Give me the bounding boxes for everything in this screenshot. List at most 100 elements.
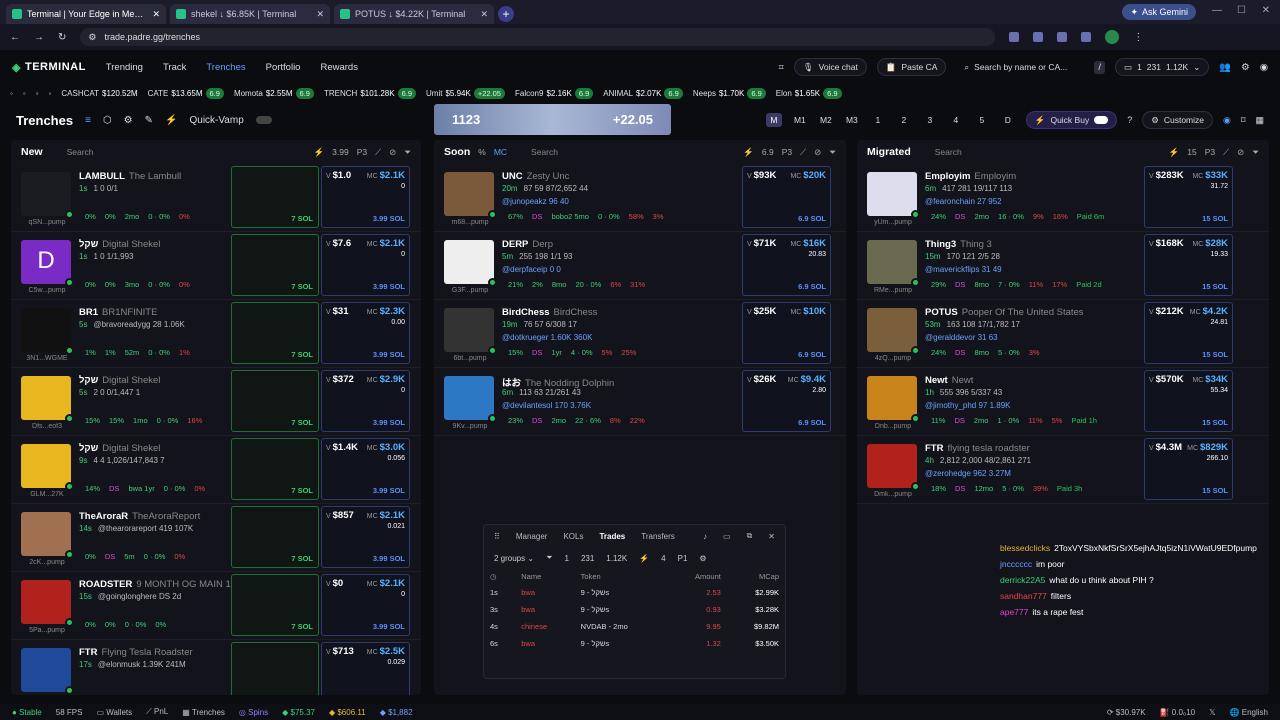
forward-icon[interactable]: → (34, 32, 44, 43)
token-avatar[interactable] (21, 648, 74, 695)
preset-selector[interactable]: P3 (357, 147, 367, 157)
quick-buy-button[interactable]: 3.99 SOL (373, 214, 405, 223)
ask-gemini-button[interactable]: ✦ Ask Gemini (1122, 4, 1196, 20)
token-avatar[interactable] (21, 172, 74, 219)
creator-handle[interactable]: @jimothy_phd 97 1.89K (925, 401, 1011, 410)
quick-buy-chart[interactable]: 7 SOL (291, 486, 313, 495)
wallets-button[interactable]: ▭ Wallets (96, 708, 132, 717)
token-avatar[interactable] (444, 240, 497, 287)
table-row[interactable]: 4s chinese NVDAB - 2mo 9.95 $9.82M (484, 618, 785, 635)
token-address[interactable]: qSN...pump (15, 219, 79, 226)
token-value-box[interactable]: V $7.6 MC $2.1K 0 3.99 SOL (321, 234, 410, 296)
token-address[interactable]: 4zQ...pump (861, 355, 925, 362)
token-name[interactable]: TheAroraR TheAroraReport (79, 511, 200, 522)
token-row[interactable]: 6bt...pump BirdChess BirdChess 19m 76 57 6/3… (434, 300, 846, 368)
ticker-item[interactable]: CATE $13.65M 6.9 (148, 87, 224, 99)
token-name[interactable]: Employim Employim (925, 171, 1016, 182)
token-row[interactable]: m68...pump UNC Zesty Unc 20m 87 59 87/2,652 … (434, 164, 846, 232)
token-avatar[interactable] (444, 172, 497, 219)
quick-buy-amount[interactable]: 3.99 (332, 147, 349, 157)
hide-icon[interactable]: ⊘ (1237, 147, 1244, 158)
token-avatar[interactable] (21, 444, 74, 491)
token-creator[interactable]: @maverickflips 31 49 (925, 265, 1002, 274)
token-address[interactable]: m68...pump (438, 219, 502, 226)
close-icon[interactable]: ✕ (480, 9, 488, 20)
quick-buy-chart[interactable]: 7 SOL (291, 282, 313, 291)
quick-buy-chart[interactable]: 7 SOL (291, 418, 313, 427)
eye-icon[interactable]: ◉ (1223, 115, 1231, 126)
percent-toggle[interactable]: % (478, 147, 486, 157)
menu-icon[interactable]: ⋮ (1133, 32, 1143, 43)
filter-icon[interactable]: ⏷ (1252, 147, 1259, 158)
quick-buy-button[interactable]: 3.99 SOL (373, 350, 405, 359)
voice-chat-button[interactable]: 🎙 Voice chat (793, 58, 867, 76)
mode-m3[interactable]: M3 (844, 113, 860, 127)
ticker-item[interactable]: CASHCAT $120.52M (61, 89, 137, 98)
extension-icon[interactable] (1057, 32, 1068, 42)
token-address[interactable]: Dnb...pump (861, 423, 925, 430)
preset-selector[interactable]: P3 (1205, 147, 1215, 157)
token-value-box[interactable]: V $857 MC $2.1K 0.021 3.99 SOL (321, 506, 410, 568)
token-value-box[interactable]: V $713 MC $2.5K 0.029 (321, 642, 410, 695)
chart-icon[interactable]: ⟋ (375, 147, 381, 158)
creator-handle[interactable]: @devilantesol 170 3.76K (502, 401, 591, 410)
token-name[interactable]: はお The Nodding Dolphin (502, 375, 614, 389)
mini-chart[interactable]: 7 SOL (231, 506, 319, 568)
token-avatar[interactable] (867, 240, 920, 287)
reload-icon[interactable]: ↻ (58, 32, 66, 43)
token-creator[interactable]: @fearonchain 27 952 (925, 197, 1002, 206)
token-row[interactable]: RMe...pump Thing3 Thing 3 15m 170 121 2/5 28… (857, 232, 1269, 300)
twitter-icon[interactable]: 𝕏 (1209, 708, 1215, 717)
chat-username[interactable]: blessedclicks (1000, 543, 1050, 553)
drag-handle-icon[interactable]: ⠿ (494, 532, 500, 541)
quick-buy-button[interactable]: 15 SOL (1202, 350, 1228, 359)
token-name[interactable]: FTR flying tesla roadster (925, 443, 1030, 454)
star-icon[interactable]: ◦ (36, 89, 39, 98)
token-address[interactable]: 6bt...pump (438, 355, 502, 362)
quick-vamp-toggle[interactable] (255, 116, 272, 124)
minimize-icon[interactable]: — (1212, 5, 1222, 16)
quick-buy-button[interactable]: 6.9 SOL (798, 350, 826, 359)
token-name[interactable]: BR1 BR1NFINITE (79, 307, 157, 318)
token-value-box[interactable]: V $1.0 MC $2.1K 0 3.99 SOL (321, 166, 410, 228)
quick-buy-button[interactable]: 3.99 SOL (373, 486, 405, 495)
creator-handle[interactable]: @derpfaceip 0 0 (502, 265, 561, 274)
users-icon[interactable]: 👥 (1219, 62, 1231, 73)
cube-icon[interactable]: ⬡ (103, 115, 112, 126)
pen-icon[interactable]: ✎ (145, 115, 153, 126)
quick-buy-chart[interactable]: 7 SOL (291, 214, 313, 223)
token-address[interactable]: 9Kv...pump (438, 423, 502, 430)
global-search[interactable]: ⌕ Search by name or CA... (956, 58, 1084, 76)
token-row[interactable]: yUm...pump Employim Employim 6m 417 281 19/1… (857, 164, 1269, 232)
bell-icon[interactable]: ♪ (703, 532, 707, 541)
dock-icon[interactable]: ▭ (723, 532, 731, 541)
token-value-box[interactable]: V $25K MC $10K 6.9 SOL (742, 302, 831, 364)
token-address[interactable]: G3F...pump (438, 287, 502, 294)
token-address[interactable]: GLM...27K (15, 491, 79, 498)
quick-buy-button[interactable]: 15 SOL (1202, 214, 1228, 223)
help-icon[interactable]: ? (1127, 115, 1132, 125)
token-name[interactable]: UNC Zesty Unc (502, 171, 569, 182)
spins-button[interactable]: ◎ Spins (239, 708, 268, 717)
token-value-box[interactable]: V $1.4K MC $3.0K 0.056 3.99 SOL (321, 438, 410, 500)
browser-tab-3[interactable]: POTUS ↓ $4.22K | Terminal ✕ (334, 4, 494, 24)
chat-username[interactable]: ape777 (1000, 607, 1028, 617)
tab-trades[interactable]: Trades (599, 532, 625, 541)
clock-icon[interactable]: ◦ (10, 89, 13, 98)
token-creator[interactable]: @jimothy_phd 97 1.89K (925, 401, 1011, 410)
quick-buy-amount[interactable]: 6.9 (762, 147, 774, 157)
token-creator[interactable]: @junopeakz 96 40 (502, 197, 569, 206)
mode-1[interactable]: 1 (870, 113, 886, 127)
quick-amount[interactable]: 4 (661, 554, 665, 563)
token-creator[interactable]: @devilantesol 170 3.76K (502, 401, 591, 410)
chat-username[interactable]: derrick22A5 (1000, 575, 1045, 585)
ticker-item[interactable]: Umit $5.94K +22.05 (426, 87, 505, 99)
token-avatar[interactable] (21, 580, 74, 627)
token-row[interactable]: FTR Flying Tesla Roadster 17s @elonmusk 1.3… (11, 640, 421, 695)
quick-buy-chart[interactable]: 7 SOL (291, 554, 313, 563)
settings-icon[interactable]: ⚙ (699, 554, 706, 563)
nav-rewards[interactable]: Rewards (320, 62, 358, 73)
trader-name[interactable]: bwa (515, 601, 574, 618)
token-name[interactable]: Thing3 Thing 3 (925, 239, 992, 250)
mode-2[interactable]: 2 (896, 113, 912, 127)
